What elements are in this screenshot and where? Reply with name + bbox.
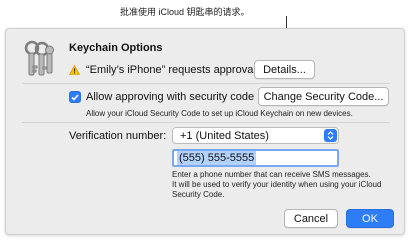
approval-request-row: “Emily’s iPhone” requests approval [69,61,256,79]
cancel-button[interactable]: Cancel [284,209,338,228]
change-security-code-button[interactable]: Change Security Code... [258,87,389,106]
divider [22,83,390,84]
dialog-title: Keychain Options [69,42,163,54]
ok-button[interactable]: OK [346,209,394,228]
phone-description-line: Security Code. [172,190,225,199]
country-code-select[interactable]: +1 (United States) [172,127,339,144]
verification-number-label: Verification number: [69,130,167,142]
divider [22,122,390,123]
keychain-keys-icon [24,40,54,76]
checkmark-icon [71,93,79,101]
approve-checkbox-label[interactable]: Allow approving with security code [86,91,254,103]
phone-number-value[interactable]: (555) 555-5555 [177,151,257,165]
keychain-options-dialog: Keychain Options “Emily’s iPhone” reques… [5,28,405,235]
country-code-value: +1 (United States) [180,129,269,142]
phone-number-field[interactable]: (555) 555-5555 [172,149,339,167]
warning-triangle-icon [69,65,80,75]
approve-checkbox[interactable] [69,91,81,103]
approval-request-text: “Emily’s iPhone” requests approval [86,64,256,76]
approve-checkbox-row[interactable]: Allow approving with security code [69,89,254,105]
approve-help-text: Allow your iCloud Security Code to set u… [86,109,353,118]
callout-caption: 批准使用 iCloud 钥匙串的请求。 [120,7,250,17]
phone-description-line: It will be used to verify your identity … [172,180,382,189]
details-button[interactable]: Details... [254,60,315,79]
phone-description: Enter a phone number that can receive SM… [172,170,402,200]
phone-description-line: Enter a phone number that can receive SM… [172,170,371,179]
up-down-chevron-icon[interactable] [324,129,337,142]
